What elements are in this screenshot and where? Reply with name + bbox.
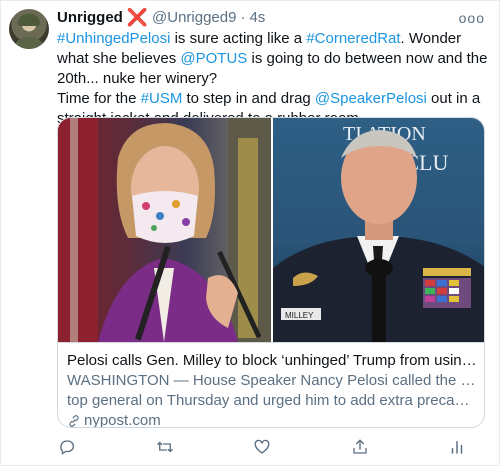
cross-mark-icon: ❌ <box>126 8 149 27</box>
card-description: WASHINGTON — House Speaker Nancy Pelosi … <box>67 371 477 411</box>
text-segment: is sure acting like a <box>170 30 307 47</box>
more-options-icon[interactable]: ooo <box>459 9 485 27</box>
analytics-button[interactable] <box>447 437 467 457</box>
tweet-timestamp[interactable]: 4s <box>249 9 265 27</box>
tweet-actions <box>57 437 477 457</box>
analytics-icon <box>451 441 463 454</box>
card-image[interactable]: TI ATION H CLU <box>58 118 484 342</box>
person-photo-right: TI ATION H CLU <box>273 123 484 342</box>
tweet[interactable]: Unrigged ❌ @Unrigged9 · 4s ooo #Unhinged… <box>0 0 500 466</box>
share-button[interactable] <box>350 437 370 457</box>
card-domain[interactable]: nypost.com <box>67 411 477 427</box>
hashtag-usm[interactable]: #USM <box>141 90 183 107</box>
share-icon <box>352 439 367 454</box>
like-button[interactable] <box>252 437 272 457</box>
retweet-icon <box>156 441 173 453</box>
mention-potus[interactable]: @POTUS <box>180 50 247 67</box>
reply-button[interactable] <box>57 437 77 457</box>
tweet-text: #UnhingedPelosi is sure acting like a #C… <box>57 29 489 129</box>
card-description-line-1: WASHINGTON — House Speaker Nancy Pelosi … <box>67 372 477 389</box>
card-title[interactable]: Pelosi calls Gen. Milley to block ‘unhin… <box>67 351 477 371</box>
separator-dot: · <box>240 9 246 26</box>
link-card[interactable]: TI ATION H CLU <box>57 117 485 428</box>
hashtag-unhingedpelosi[interactable]: #UnhingedPelosi <box>57 30 170 47</box>
link-icon <box>69 415 79 427</box>
author-handle[interactable]: @Unrigged9 <box>152 9 236 27</box>
text-segment: to step in and drag <box>182 90 315 107</box>
card-description-line-2: top general on Thursday and urged him to… <box>67 392 477 409</box>
person-photo-left <box>58 118 271 342</box>
tweet-header: Unrigged ❌ @Unrigged9 · 4s ooo <box>57 9 485 27</box>
avatar[interactable] <box>9 9 49 49</box>
mention-speakerpelosi[interactable]: @SpeakerPelosi <box>315 90 427 107</box>
reply-icon <box>60 440 74 455</box>
card-image-left <box>58 118 271 342</box>
author-name[interactable]: Unrigged <box>57 9 123 27</box>
retweet-button[interactable] <box>155 437 175 457</box>
tweet-paragraph-1: #UnhingedPelosi is sure acting like a #C… <box>57 29 489 89</box>
like-icon <box>254 439 270 454</box>
card-domain-text[interactable]: nypost.com <box>84 411 161 427</box>
text-segment: Time for the <box>57 90 141 107</box>
name-tag-text: MILLEY <box>285 311 314 320</box>
hashtag-corneredrat[interactable]: #CorneredRat <box>306 30 400 47</box>
card-body[interactable]: Pelosi calls Gen. Milley to block ‘unhin… <box>58 342 484 427</box>
card-image-right: TI ATION H CLU <box>273 118 484 342</box>
